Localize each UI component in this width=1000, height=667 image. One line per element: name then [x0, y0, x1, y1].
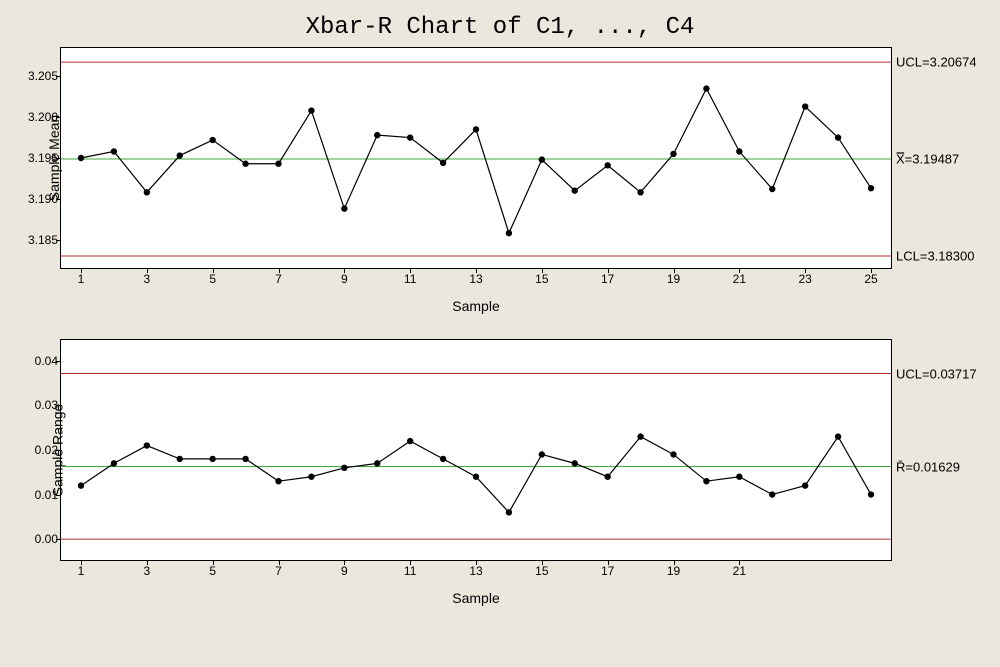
- y-tick-label: 0.01: [8, 488, 58, 502]
- y-tick-label: 3.200: [8, 110, 58, 124]
- x-tick-label: 13: [469, 272, 482, 286]
- center-line-label: R̄=0.01629: [896, 459, 960, 474]
- y-tick-label: 0.04: [8, 354, 58, 368]
- y-tick-label: 3.185: [8, 233, 58, 247]
- x-tick-label: 17: [601, 564, 614, 578]
- x-tick-label: 7: [275, 564, 282, 578]
- x-tick-label: 3: [143, 564, 150, 578]
- x-tick-label: 9: [341, 272, 348, 286]
- x-tick-label: 9: [341, 564, 348, 578]
- x-tick-label: 21: [733, 564, 746, 578]
- x-tick-label: 1: [78, 272, 85, 286]
- xbar-chart: Sample Mean Sample 3.1853.1903.1953.2003…: [60, 47, 890, 269]
- y-tick-label: 0.03: [8, 398, 58, 412]
- y-tick-label: 3.195: [8, 151, 58, 165]
- chart-title: Xbar-R Chart of C1, ..., C4: [0, 0, 1000, 47]
- x-tick-label: 1: [78, 564, 85, 578]
- center-line-label: X̿=3.19487: [896, 152, 959, 167]
- x-tick-label: 11: [404, 564, 416, 578]
- x-tick-label: 11: [404, 272, 416, 286]
- x-axis-label: Sample: [452, 590, 499, 606]
- x-tick-label: 5: [209, 272, 216, 286]
- x-tick-label: 15: [535, 272, 548, 286]
- y-tick-label: 3.190: [8, 192, 58, 206]
- y-tick-label: 0.00: [8, 532, 58, 546]
- lcl-label: LCL=3.18300: [896, 249, 974, 264]
- y-tick-label: 3.205: [8, 69, 58, 83]
- x-tick-label: 3: [143, 272, 150, 286]
- x-tick-label: 17: [601, 272, 614, 286]
- r-chart: Sample Range Sample 0.000.010.020.030.04…: [60, 339, 890, 561]
- x-tick-label: 21: [733, 272, 746, 286]
- ucl-label: UCL=0.03717: [896, 366, 977, 381]
- x-tick-label: 23: [798, 272, 811, 286]
- x-tick-label: 13: [469, 564, 482, 578]
- x-tick-label: 7: [275, 272, 282, 286]
- x-tick-label: 5: [209, 564, 216, 578]
- ucl-label: UCL=3.20674: [896, 55, 977, 70]
- x-tick-label: 19: [667, 564, 680, 578]
- y-tick-label: 0.02: [8, 443, 58, 457]
- x-tick-label: 19: [667, 272, 680, 286]
- x-tick-label: 15: [535, 564, 548, 578]
- x-tick-label: 25: [864, 272, 877, 286]
- x-axis-label: Sample: [452, 298, 499, 314]
